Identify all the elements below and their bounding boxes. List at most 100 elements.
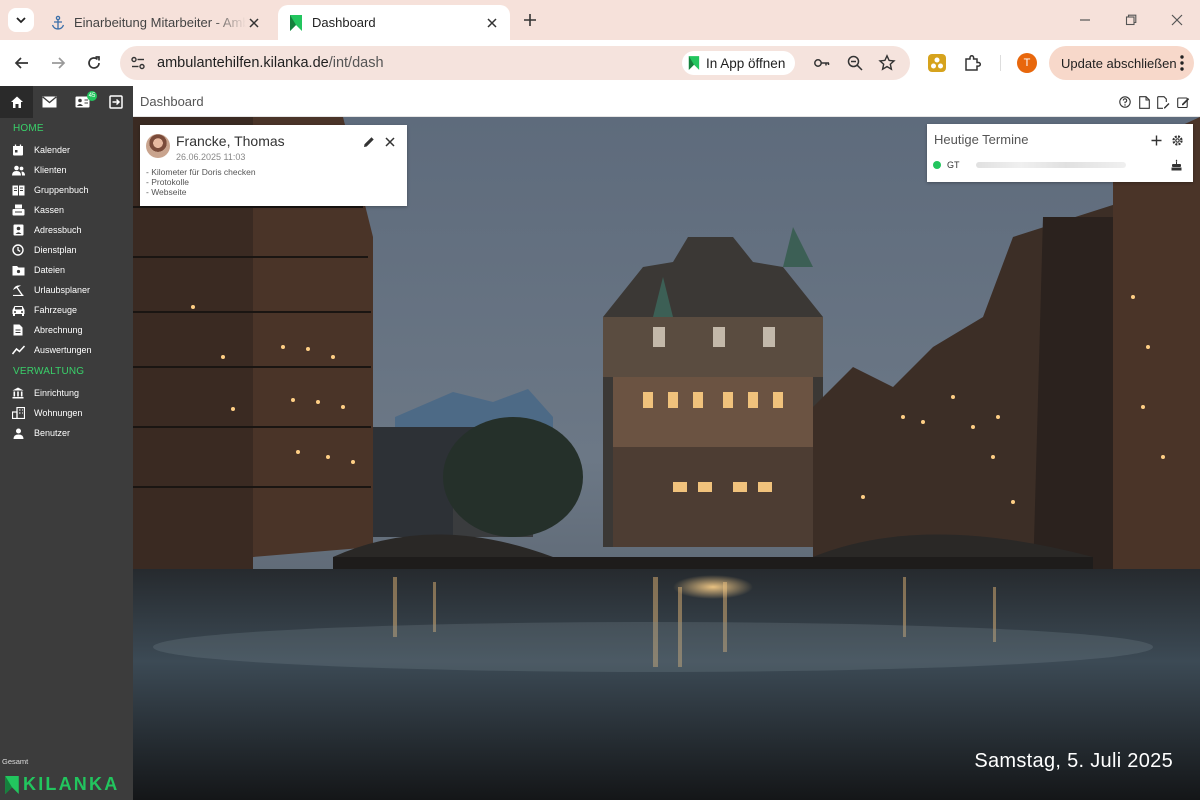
gear-icon[interactable] bbox=[1170, 133, 1184, 147]
url-path: /int/dash bbox=[328, 55, 384, 71]
sidebar-item-kassen[interactable]: Kassen bbox=[0, 200, 133, 220]
address-book-icon bbox=[11, 223, 25, 237]
sidebar-item-label: Einrichtung bbox=[34, 388, 80, 398]
section-title-verwaltung: VERWALTUNG bbox=[13, 366, 85, 377]
sidebar-item-dienstplan[interactable]: Dienstplan bbox=[0, 240, 133, 260]
note-card: Francke, Thomas 26.06.2025 11:03 - Kilom… bbox=[140, 125, 407, 206]
window-close-button[interactable] bbox=[1162, 8, 1192, 32]
sidebar-item-wohnungen[interactable]: Wohnungen bbox=[0, 403, 133, 423]
sidebar-item-label: Adressbuch bbox=[34, 225, 82, 235]
brand-logo[interactable]: KILANKA bbox=[4, 774, 119, 795]
sidebar-item-label: Kassen bbox=[34, 205, 65, 215]
edit-icon[interactable] bbox=[362, 135, 376, 149]
puzzle-icon[interactable] bbox=[962, 52, 984, 74]
note-body: - Kilometer für Doris checken - Protokol… bbox=[146, 167, 256, 197]
minimize-icon bbox=[1080, 19, 1090, 21]
open-in-app-button[interactable]: In App öffnen bbox=[682, 51, 796, 75]
logout-icon bbox=[108, 95, 123, 109]
sidebar-item-label: Benutzer bbox=[34, 428, 71, 438]
invoice-icon bbox=[11, 323, 25, 337]
contacts-badge: 45 bbox=[87, 91, 97, 101]
file-icon[interactable] bbox=[1137, 95, 1151, 109]
sidebar-item-label: Wohnungen bbox=[34, 408, 83, 418]
minimize-button[interactable] bbox=[1070, 8, 1100, 32]
beach-icon bbox=[11, 283, 25, 297]
sidebar-item-auswertungen[interactable]: Auswertungen bbox=[0, 340, 133, 360]
sidebar-item-label: Kalender bbox=[34, 145, 71, 155]
sidebar-item-einrichtung[interactable]: Einrichtung bbox=[0, 383, 133, 403]
close-icon[interactable] bbox=[246, 15, 262, 31]
contacts-button[interactable]: 45 bbox=[66, 86, 99, 118]
book-icon bbox=[11, 183, 25, 197]
browser-toolbar: ambulantehilfen.kilanka.de/int/dash In A… bbox=[0, 40, 1200, 86]
app-header: Dashboard bbox=[133, 86, 1200, 117]
sidebar-item-label: Abrechnung bbox=[34, 325, 83, 335]
sidebar-item-kalender[interactable]: Kalender bbox=[0, 140, 133, 160]
sidebar-item-label: Fahrzeuge bbox=[34, 305, 78, 315]
kilanka-logo-icon bbox=[5, 775, 19, 794]
note-edit-icon[interactable] bbox=[1176, 95, 1190, 109]
sidebar-item-urlaubsplaner[interactable]: Urlaubsplaner bbox=[0, 280, 133, 300]
profile-avatar[interactable]: T bbox=[1017, 53, 1037, 73]
file-edit-icon[interactable] bbox=[1156, 95, 1170, 109]
sidebar-top-icons: 45 bbox=[0, 86, 133, 118]
appointments-title: Heutige Termine bbox=[934, 132, 1029, 147]
arrow-left-icon bbox=[14, 57, 28, 69]
reload-icon bbox=[88, 56, 100, 69]
zoom-icon[interactable] bbox=[845, 53, 865, 73]
browser-tab-dashboard[interactable]: Dashboard bbox=[278, 5, 510, 40]
back-button[interactable] bbox=[9, 50, 35, 76]
people-icon bbox=[11, 163, 25, 177]
logout-button[interactable] bbox=[99, 86, 132, 118]
address-bar[interactable]: ambulantehilfen.kilanka.de/int/dash In A… bbox=[120, 46, 910, 80]
kebab-menu-icon[interactable] bbox=[1180, 55, 1184, 74]
appointment-row[interactable]: GT bbox=[933, 158, 1187, 172]
note-author: Francke, Thomas bbox=[176, 133, 285, 149]
sidebar-item-gruppenbuch[interactable]: Gruppenbuch bbox=[0, 180, 133, 200]
speicherstadt-photo bbox=[133, 117, 1200, 800]
close-icon[interactable] bbox=[383, 135, 397, 149]
sidebar-item-benutzer[interactable]: Benutzer bbox=[0, 423, 133, 443]
user-icon bbox=[11, 426, 25, 440]
update-button[interactable]: Update abschließen bbox=[1049, 46, 1194, 80]
restore-button[interactable] bbox=[1116, 8, 1146, 32]
dashboard-background: Samstag, 5. Juli 2025 bbox=[133, 117, 1200, 800]
site-settings-icon[interactable] bbox=[128, 53, 148, 73]
browser-tab-einarbeitung[interactable]: Einarbeitung Mitarbeiter - Ambulante Hil… bbox=[40, 5, 272, 40]
breadcrumb: Dashboard bbox=[140, 94, 204, 109]
note-line: - Webseite bbox=[146, 187, 187, 197]
sidebar-item-label: Klienten bbox=[34, 165, 67, 175]
url-host: ambulantehilfen.kilanka.de bbox=[157, 55, 329, 71]
add-icon[interactable] bbox=[1149, 133, 1163, 147]
sidebar-item-dateien[interactable]: Dateien bbox=[0, 260, 133, 280]
browser-tabstrip: Einarbeitung Mitarbeiter - Ambulante Hil… bbox=[0, 0, 1200, 40]
close-icon[interactable] bbox=[484, 15, 500, 31]
apartment-icon bbox=[11, 406, 25, 420]
mail-button[interactable] bbox=[33, 86, 66, 118]
tab-title: Dashboard bbox=[312, 15, 376, 30]
sidebar-item-abrechnung[interactable]: Abrechnung bbox=[0, 320, 133, 340]
new-tab-button[interactable] bbox=[518, 10, 542, 30]
key-icon[interactable] bbox=[812, 53, 832, 73]
gesamt-label: Gesamt bbox=[2, 757, 29, 766]
extension-icon[interactable] bbox=[926, 52, 948, 74]
anchor-icon bbox=[50, 15, 66, 31]
toolbar-separator bbox=[1000, 55, 1001, 71]
appointments-card: Heutige Termine GT bbox=[927, 124, 1193, 182]
brand-name: KILANKA bbox=[23, 774, 120, 794]
open-in-app-label: In App öffnen bbox=[706, 55, 786, 71]
help-icon[interactable] bbox=[1118, 95, 1132, 109]
sidebar-item-klienten[interactable]: Klienten bbox=[0, 160, 133, 180]
sidebar-item-adressbuch[interactable]: Adressbuch bbox=[0, 220, 133, 240]
sidebar-item-label: Urlaubsplaner bbox=[34, 285, 91, 295]
home-button[interactable] bbox=[0, 86, 33, 118]
sidebar-item-label: Dateien bbox=[34, 265, 66, 275]
sidebar-item-fahrzeuge[interactable]: Fahrzeuge bbox=[0, 300, 133, 320]
birthday-cake-icon bbox=[1169, 158, 1183, 172]
tab-search-button[interactable] bbox=[8, 8, 34, 32]
reload-button[interactable] bbox=[81, 50, 107, 76]
forward-button[interactable] bbox=[45, 50, 71, 76]
plus-icon bbox=[524, 14, 536, 26]
institution-icon bbox=[11, 386, 25, 400]
bookmark-star-icon[interactable] bbox=[877, 53, 897, 73]
